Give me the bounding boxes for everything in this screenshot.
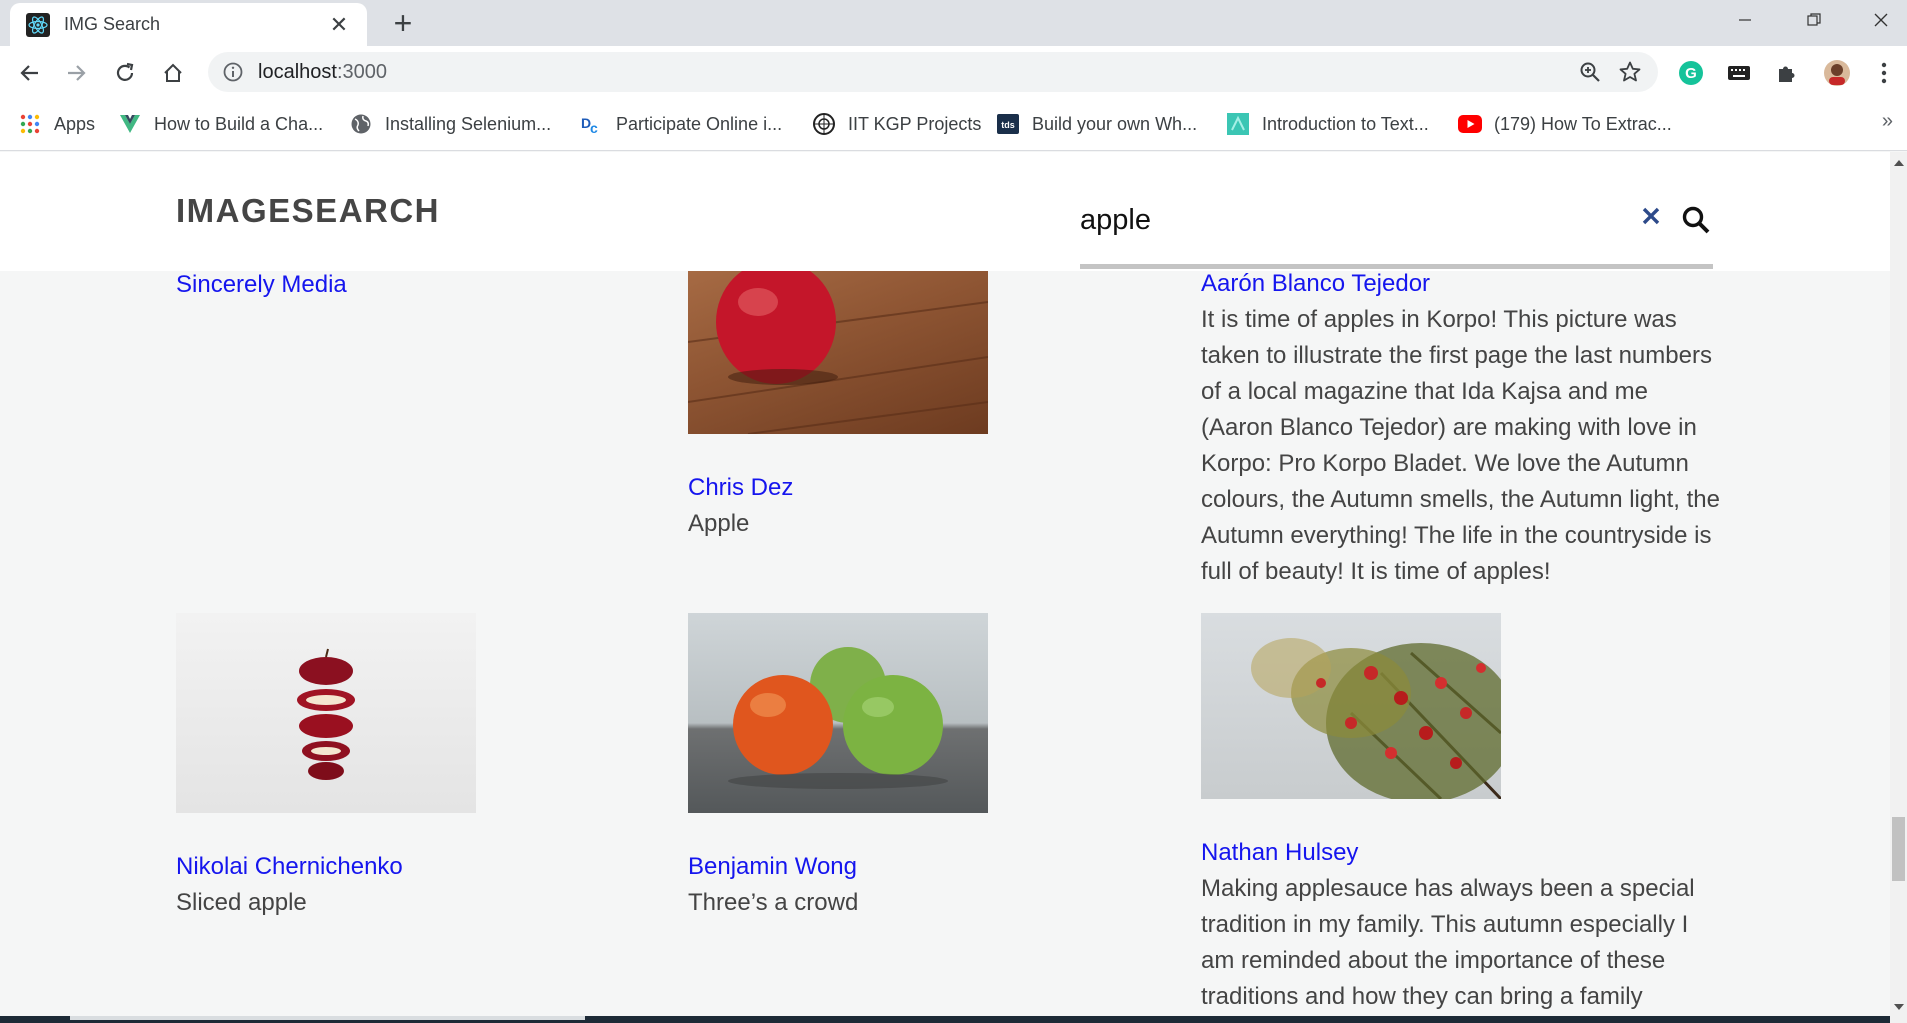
browser-tab[interactable]: IMG Search ✕ bbox=[10, 3, 367, 46]
clear-search-icon[interactable] bbox=[1633, 198, 1669, 234]
taskbar-highlight bbox=[70, 1016, 585, 1020]
forward-arrow-icon[interactable] bbox=[60, 56, 94, 90]
scrollbar-thumb[interactable] bbox=[1892, 817, 1905, 881]
app-header: IMAGESEARCH bbox=[0, 152, 1890, 271]
svg-text:c: c bbox=[590, 120, 598, 136]
result-photo[interactable] bbox=[1201, 613, 1516, 803]
zoom-icon[interactable] bbox=[1578, 60, 1602, 84]
dc-logo-icon: Dc bbox=[580, 112, 604, 136]
author-link[interactable]: Sincerely Media bbox=[176, 267, 476, 303]
svg-text:G: G bbox=[1685, 65, 1697, 82]
bookmark-build-chat[interactable]: How to Build a Cha... bbox=[118, 111, 323, 137]
url-text: localhost:3000 bbox=[258, 61, 387, 83]
bookmark-label: How to Build a Cha... bbox=[154, 113, 324, 134]
result-description: Apple bbox=[688, 510, 750, 537]
author-link[interactable]: Nathan Hulsey bbox=[1201, 835, 1721, 871]
search-input[interactable] bbox=[1080, 200, 1620, 240]
bookmark-label: Build your own Wh... bbox=[1032, 113, 1198, 134]
bookmark-youtube[interactable]: (179) How To Extrac... bbox=[1458, 111, 1672, 137]
author-link[interactable]: Benjamin Wong bbox=[688, 849, 1118, 885]
bookmark-selenium[interactable]: Installing Selenium... bbox=[349, 111, 551, 137]
site-info-icon[interactable] bbox=[222, 61, 244, 88]
profile-avatar[interactable] bbox=[1823, 59, 1851, 87]
home-icon[interactable] bbox=[156, 56, 190, 90]
react-favicon-icon bbox=[26, 12, 50, 37]
close-window-button[interactable] bbox=[1848, 0, 1907, 40]
reload-icon[interactable] bbox=[108, 56, 142, 90]
globe-icon bbox=[349, 112, 373, 136]
svg-text:tds: tds bbox=[1001, 120, 1015, 130]
search-icon[interactable] bbox=[1678, 202, 1714, 238]
vue-logo-icon bbox=[118, 112, 142, 136]
restore-button[interactable] bbox=[1781, 0, 1847, 40]
iit-logo-icon bbox=[812, 112, 836, 136]
bookmarks-overflow-icon[interactable]: » bbox=[1882, 110, 1893, 133]
search-underline bbox=[1080, 264, 1713, 269]
result-card: Aarón Blanco Tejedor It is time of apple… bbox=[1201, 266, 1721, 590]
bookmark-label: Participate Online i... bbox=[616, 113, 783, 134]
bookmark-label: (179) How To Extrac... bbox=[1494, 113, 1672, 134]
tds-logo-icon: tds bbox=[996, 112, 1020, 136]
tab-close-icon[interactable]: ✕ bbox=[325, 11, 353, 39]
bookmark-star-icon[interactable] bbox=[1618, 60, 1642, 84]
taskbar-edge bbox=[0, 1016, 1890, 1023]
bookmark-label: Introduction to Text... bbox=[1262, 113, 1429, 134]
result-description: Sliced apple bbox=[176, 889, 307, 916]
result-description: Making applesauce has always been a spec… bbox=[1201, 875, 1695, 1010]
scroll-down-arrow-icon[interactable] bbox=[1894, 1004, 1904, 1010]
new-tab-button[interactable]: + bbox=[386, 5, 420, 41]
browser-menu-icon[interactable] bbox=[1870, 59, 1898, 87]
bookmark-apps[interactable]: Apps bbox=[18, 111, 95, 137]
bookmark-label: IIT KGP Projects bbox=[848, 113, 982, 134]
author-link[interactable]: Nikolai Chernichenko bbox=[176, 849, 606, 885]
browser-tab-strip: IMG Search ✕ + bbox=[0, 0, 1907, 46]
minimize-button[interactable] bbox=[1712, 0, 1778, 40]
tab-title: IMG Search bbox=[64, 14, 161, 34]
bookmark-participate[interactable]: Dc Participate Online i... bbox=[580, 111, 782, 137]
bookmark-label: Apps bbox=[54, 113, 96, 134]
extensions-puzzle-icon[interactable] bbox=[1773, 59, 1801, 87]
back-arrow-icon[interactable] bbox=[12, 56, 46, 90]
bookmark-intro-text[interactable]: Introduction to Text... bbox=[1226, 111, 1429, 137]
bookmark-iit-kgp[interactable]: IIT KGP Projects bbox=[812, 111, 981, 137]
address-bar[interactable]: localhost:3000 bbox=[208, 52, 1658, 92]
result-caption: Nikolai Chernichenko Sliced apple bbox=[176, 849, 606, 921]
youtube-icon bbox=[1458, 112, 1482, 136]
apps-grid-icon bbox=[18, 112, 42, 136]
bookmark-build-own[interactable]: tds Build your own Wh... bbox=[996, 111, 1197, 137]
result-photo[interactable] bbox=[176, 613, 476, 813]
result-photo[interactable] bbox=[687, 260, 989, 435]
result-caption: Chris Dez Apple bbox=[688, 470, 1118, 542]
page-viewport: Sincerely Media Chris Dez Apple Aarón Bl… bbox=[0, 152, 1890, 1016]
grammarly-extension-icon[interactable]: G bbox=[1677, 59, 1705, 87]
result-caption: Nathan Hulsey Making applesauce has alwa… bbox=[1201, 835, 1721, 1015]
page-scrollbar[interactable] bbox=[1890, 152, 1907, 1023]
brand-title: IMAGESEARCH bbox=[176, 192, 441, 229]
result-description: It is time of apples in Korpo! This pict… bbox=[1201, 306, 1720, 585]
search-bar bbox=[1080, 182, 1713, 274]
result-photo[interactable] bbox=[688, 613, 988, 813]
keyboard-extension-icon[interactable] bbox=[1725, 59, 1753, 87]
author-link[interactable]: Chris Dez bbox=[688, 470, 1118, 506]
bookmarks-bar: Apps How to Build a Cha... Installing Se… bbox=[0, 98, 1907, 151]
teal-logo-icon bbox=[1226, 112, 1250, 136]
scroll-up-arrow-icon[interactable] bbox=[1894, 160, 1904, 166]
result-caption: Benjamin Wong Three’s a crowd bbox=[688, 849, 1118, 921]
result-description: Three’s a crowd bbox=[688, 889, 859, 916]
bookmark-label: Installing Selenium... bbox=[385, 113, 552, 134]
browser-toolbar: localhost:3000 G bbox=[0, 46, 1907, 98]
result-card: Sincerely Media bbox=[176, 267, 476, 303]
